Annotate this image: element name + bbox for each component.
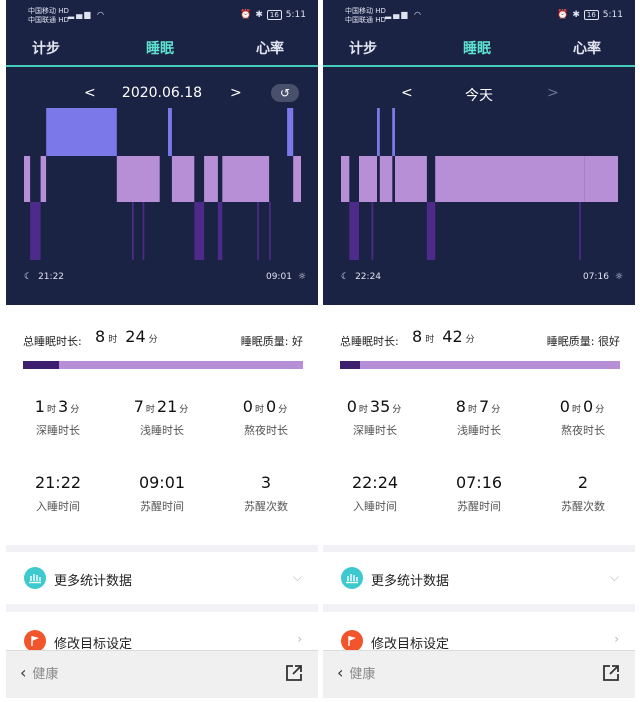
sleep-composition-bar bbox=[340, 361, 620, 369]
edit-goal-item[interactable]: 修改目标设定 › bbox=[6, 612, 318, 652]
sleep-segment-deep bbox=[217, 202, 223, 260]
flag-icon bbox=[341, 630, 363, 652]
sleep-segment-awake bbox=[46, 108, 117, 156]
fall-asleep-stat: 21:22 入睡时间 bbox=[34, 473, 82, 513]
deep-sleep-fill bbox=[23, 361, 60, 369]
chevron-right-icon: › bbox=[297, 632, 302, 646]
total-sleep-value: 8时 42 分 bbox=[412, 327, 475, 346]
sleep-summary-card: 总睡眠时长: 8时 24 分 睡眠质量: 好 1时3分 深睡时长 7 时 21 分 浅睡… bbox=[6, 305, 318, 545]
total-sleep-label: 总睡眠时长: bbox=[340, 335, 399, 348]
chevron-down-icon: ⌵ bbox=[292, 570, 302, 584]
flag-icon bbox=[24, 630, 46, 652]
sleep-segment-light bbox=[359, 156, 377, 202]
moon-icon: ☾ bbox=[24, 272, 33, 282]
sun-icon: ☼ bbox=[614, 272, 623, 282]
sleep-segment-deep bbox=[194, 202, 205, 260]
late-night-stat: 0时0分 熬夜时长 bbox=[242, 397, 288, 437]
sleep-segment-light bbox=[24, 156, 31, 202]
wake-time-stat: 09:01 苏醒时间 bbox=[138, 473, 186, 513]
sleep-segment-awake bbox=[168, 108, 172, 156]
back-label: 健康 bbox=[32, 667, 59, 682]
chevron-right-icon: › bbox=[614, 632, 619, 646]
more-stats-label: 更多统计数据 bbox=[371, 574, 450, 589]
chart-icon bbox=[24, 567, 46, 589]
late-night-stat: 0时0分 熬夜时长 bbox=[559, 397, 605, 437]
moon-icon: ☾ bbox=[341, 272, 350, 282]
sleep-segment-light bbox=[40, 156, 47, 202]
sleep-segment-light bbox=[116, 156, 160, 202]
chart-time-axis: ☾ 21:22 09:01 ☼ bbox=[6, 268, 318, 288]
wake-count-stat: 3 苏醒次数 bbox=[244, 473, 288, 513]
sleep-segment-light bbox=[293, 156, 301, 202]
total-sleep-label: 总睡眠时长: bbox=[23, 335, 82, 348]
sleep-segment-deep bbox=[579, 202, 581, 260]
sleep-segment-deep bbox=[257, 202, 259, 260]
chart-time-axis: ☾ 22:24 07:16 ☼ bbox=[323, 268, 635, 288]
share-icon[interactable] bbox=[601, 663, 621, 683]
sleep-header-area: 中国移动 HD 中国联通 HD ▂▄▆ ◠ ⏰ ✱ 16 5:11 计步 睡眠 … bbox=[323, 0, 635, 305]
sleep-start-time: 21:22 bbox=[38, 272, 65, 282]
back-health-button[interactable]: ‹ 健康 bbox=[20, 663, 58, 682]
chevron-down-icon: ⌵ bbox=[609, 570, 619, 584]
sleep-segment-awake bbox=[287, 108, 294, 156]
light-sleep-stat: 7 时 21 分 浅睡时长 bbox=[133, 397, 189, 437]
total-sleep-value: 8时 24 分 bbox=[95, 327, 158, 346]
sleep-summary-card: 总睡眠时长: 8时 42 分 睡眠质量: 很好 0 时 35 分 深睡时长 8时7分 浅… bbox=[323, 305, 635, 545]
deep-sleep-stat: 1时3分 深睡时长 bbox=[34, 397, 80, 437]
fall-asleep-stat: 22:24 入睡时间 bbox=[351, 473, 399, 513]
edit-goal-item[interactable]: 修改目标设定 › bbox=[323, 612, 635, 652]
sleep-segment-light bbox=[395, 156, 427, 202]
chart-icon bbox=[341, 567, 363, 589]
sleep-start-time: 22:24 bbox=[355, 272, 382, 282]
more-stats-label: 更多统计数据 bbox=[54, 574, 133, 589]
sleep-segment-light bbox=[222, 156, 270, 202]
sleep-segment-deep bbox=[349, 202, 359, 260]
more-stats-item[interactable]: 更多统计数据 ⌵ bbox=[6, 552, 318, 604]
phone-panel-left: 中国移动 HD 中国联通 HD ▂▄▆ ◠ ⏰ ✱ 16 5:11 计步 睡眠 … bbox=[6, 0, 318, 698]
bottom-nav-bar: ‹ 健康 bbox=[323, 650, 635, 698]
more-stats-item[interactable]: 更多统计数据 ⌵ bbox=[323, 552, 635, 604]
sleep-segment-light bbox=[435, 156, 585, 202]
sleep-segment-light bbox=[341, 156, 350, 202]
wake-end-time: 07:16 bbox=[582, 272, 609, 282]
sleep-stage-chart bbox=[341, 108, 618, 260]
sun-icon: ☼ bbox=[297, 272, 306, 282]
sleep-segment-light bbox=[171, 156, 195, 202]
sleep-segment-awake bbox=[392, 108, 395, 156]
back-label: 健康 bbox=[349, 667, 376, 682]
wake-count-stat: 2 苏醒次数 bbox=[561, 473, 605, 513]
wake-time-stat: 07:16 苏醒时间 bbox=[455, 473, 503, 513]
sleep-segment-deep bbox=[269, 202, 271, 260]
chevron-left-icon: ‹ bbox=[20, 663, 27, 682]
deep-sleep-stat: 0 时 35 分 深睡时长 bbox=[346, 397, 402, 437]
chevron-left-icon: ‹ bbox=[337, 663, 344, 682]
sleep-segment-light bbox=[204, 156, 218, 202]
sleep-segment-light bbox=[584, 156, 618, 202]
sleep-quality: 睡眠质量: 很好 bbox=[546, 335, 620, 348]
sleep-segment-deep bbox=[30, 202, 41, 260]
deep-sleep-fill bbox=[340, 361, 360, 369]
sleep-quality: 睡眠质量: 好 bbox=[240, 335, 303, 348]
sleep-segment-awake bbox=[377, 108, 380, 156]
share-icon[interactable] bbox=[284, 663, 304, 683]
back-health-button[interactable]: ‹ 健康 bbox=[337, 663, 375, 682]
sleep-segment-light bbox=[379, 156, 393, 202]
sleep-composition-bar bbox=[23, 361, 303, 369]
sleep-header-area: 中国移动 HD 中国联通 HD ▂▄▆ ◠ ⏰ ✱ 16 5:11 计步 睡眠 … bbox=[6, 0, 318, 305]
phone-panel-right: 中国移动 HD 中国联通 HD ▂▄▆ ◠ ⏰ ✱ 16 5:11 计步 睡眠 … bbox=[323, 0, 635, 698]
sleep-segment-deep bbox=[426, 202, 436, 260]
sleep-segment-deep bbox=[371, 202, 374, 260]
sleep-stage-chart bbox=[24, 108, 301, 260]
sleep-segment-deep bbox=[132, 202, 134, 260]
bottom-nav-bar: ‹ 健康 bbox=[6, 650, 318, 698]
wake-end-time: 09:01 bbox=[265, 272, 292, 282]
light-sleep-stat: 8时7分 浅睡时长 bbox=[455, 397, 501, 437]
sleep-segment-deep bbox=[142, 202, 145, 260]
